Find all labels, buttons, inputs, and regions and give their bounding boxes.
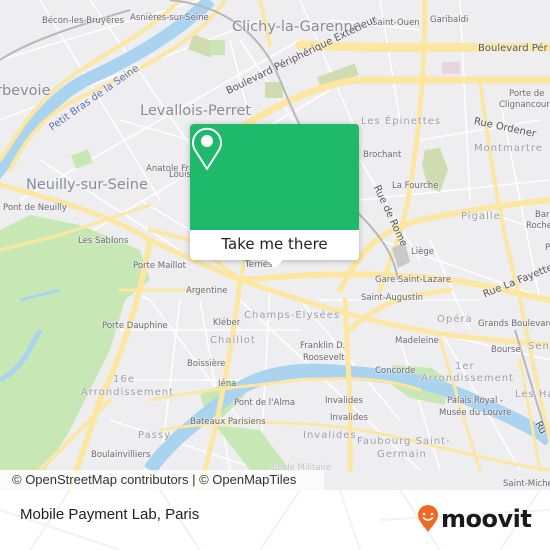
map-label-place: Roosevelt xyxy=(303,353,345,363)
map-label-place: Gare Saint-Lazare xyxy=(375,275,451,285)
map-label-district: Champs-Elysées xyxy=(244,310,341,321)
map-label-city: Levallois-Perret xyxy=(140,103,252,119)
map-label-place: Musée du Louvre xyxy=(439,408,512,418)
map-label-place: Franklin D. xyxy=(300,341,346,351)
moovit-logo[interactable]: moovit xyxy=(417,505,532,533)
map-label-district: 1er xyxy=(455,361,475,372)
take-me-there-button[interactable]: Take me there xyxy=(190,230,359,260)
map-label-place: Porte de xyxy=(509,89,545,99)
map-label-place: Palais Royal - xyxy=(447,396,504,406)
map-label-place: Bourse xyxy=(491,345,521,355)
map-label-place: Saint-Ouen xyxy=(372,18,420,28)
location-title: Mobile Payment Lab, Paris xyxy=(20,506,200,523)
map-label-place: Pont de Neuilly xyxy=(3,203,67,213)
map-label-place: Asnières-sur-Seine xyxy=(130,13,209,23)
map-label-place: Bécon-les-Bruyères xyxy=(42,16,125,26)
map-label-place: P xyxy=(545,243,550,253)
map-label-place: Boissière xyxy=(187,359,226,369)
map-label-place: Garibaldi xyxy=(430,15,469,25)
map-label-district: Invalides xyxy=(303,430,357,441)
map-label-district: Arrondissement xyxy=(421,373,514,384)
map-label-place: Iéna xyxy=(218,379,237,389)
map-label-place: Clignancourt xyxy=(499,100,550,110)
map-label-place: Invalides xyxy=(330,413,368,423)
map-label-place: Bateaux Parisiens xyxy=(190,417,266,427)
map-label-district: Les Ha xyxy=(515,389,550,400)
map-label-district: Faubourg Saint- xyxy=(357,436,451,447)
map-view[interactable]: Clichy-la-Garenne Levallois-Perret Neuil… xyxy=(0,0,550,490)
map-label-place: Madeleine xyxy=(395,336,439,346)
map-label-place: Louis xyxy=(169,170,191,180)
map-label-district: Passy xyxy=(138,430,172,441)
map-label-district: Montmartre xyxy=(474,143,543,154)
map-label-district: Germain xyxy=(377,449,427,460)
map-label-place: Kléber xyxy=(213,318,241,328)
map-label-place: Liège xyxy=(411,247,434,257)
map-label-city: Neuilly-sur-Seine xyxy=(26,177,148,193)
landuse-area xyxy=(442,62,460,74)
map-label-district: Les Épinettes xyxy=(361,116,442,127)
map-label-place: Invalides xyxy=(325,396,363,406)
map-label-district: Opéra xyxy=(437,314,473,325)
map-label-place: Boulainvilliers xyxy=(91,450,151,460)
map-label-place: Bar xyxy=(535,210,550,220)
map-label-place: Porte Dauphine xyxy=(102,321,168,331)
map-label-district: 16e xyxy=(113,374,135,385)
location-pin-icon xyxy=(192,127,222,170)
map-label-place: Saint-Augustin xyxy=(361,293,424,303)
map-label-district: Pigalle xyxy=(461,211,501,222)
map-label-district: Arrondissement xyxy=(81,387,174,398)
map-label-place: Pont de l'Alma xyxy=(234,398,296,408)
map-label-street: Boulevard Pér xyxy=(478,43,548,54)
destination-popup[interactable]: Take me there xyxy=(190,124,359,268)
popup-pointer xyxy=(267,260,283,268)
map-label-city: rbevoie xyxy=(0,83,51,99)
map-label-district: Chaillot xyxy=(210,335,256,346)
map-label-place: Argentine xyxy=(186,286,228,296)
map-label-place: Grands Boulevard xyxy=(478,319,550,329)
map-label-place: Roche xyxy=(526,221,550,231)
map-label-place: Concorde xyxy=(375,366,416,376)
map-label-district: Sent xyxy=(528,341,550,352)
map-label-place: La Fourche xyxy=(392,181,439,191)
map-label-place: Porte Maillot xyxy=(133,261,186,271)
map-attribution[interactable]: © OpenStreetMap contributors | © OpenMap… xyxy=(0,470,324,490)
map-label-place: Brochant xyxy=(363,150,402,160)
moovit-smiley-pin-icon xyxy=(418,505,438,532)
map-label-place: Saint-Michel xyxy=(503,479,550,489)
moovit-wordmark: moovit xyxy=(441,505,532,533)
map-label-place: Les Sablons xyxy=(78,236,129,246)
popup-header xyxy=(190,124,359,230)
